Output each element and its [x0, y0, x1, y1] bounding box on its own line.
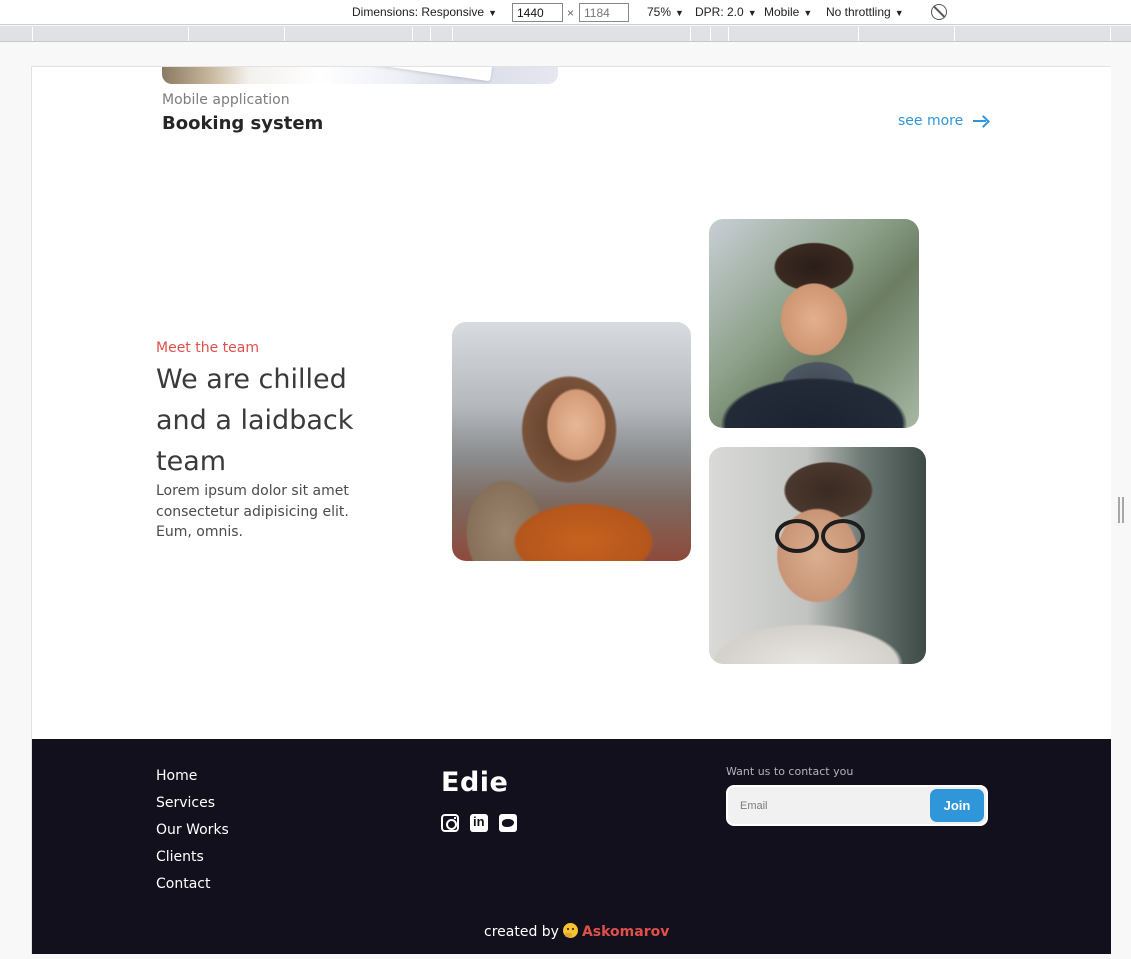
linkedin-icon[interactable] — [470, 814, 488, 832]
see-more-link[interactable]: see more — [898, 113, 989, 129]
team-heading: We are chilled and a laidback team — [156, 364, 354, 477]
footer-link-our-works[interactable]: Our Works — [156, 821, 229, 848]
footer: Home Services Our Works Clients Contact … — [32, 739, 1111, 954]
footer-link-home[interactable]: Home — [156, 767, 229, 794]
chevron-down-icon: ▼ — [803, 8, 813, 18]
credits-author-link[interactable]: Askomarov — [582, 924, 669, 940]
team-photo-woman — [452, 322, 691, 561]
devtools-device-toolbar: Dimensions: Responsive▼ × 75%▼ DPR: 2.0▼… — [0, 0, 1131, 25]
dimensions-dropdown[interactable]: Dimensions: Responsive ▼ — [352, 5, 497, 19]
chevron-down-icon: ▼ — [894, 8, 904, 18]
glasses-shape — [775, 519, 865, 553]
dpr-label: DPR: 2.0 — [695, 5, 744, 19]
social-links — [441, 814, 517, 832]
width-input[interactable] — [512, 3, 563, 22]
height-input[interactable] — [579, 3, 629, 22]
footer-link-contact[interactable]: Contact — [156, 875, 229, 902]
credits-prefix: created by — [484, 924, 559, 940]
contact-form: Join — [726, 785, 988, 826]
project-title: Booking system — [162, 113, 324, 134]
rotate-icon[interactable] — [931, 4, 947, 20]
team-description: Lorem ipsum dolor sit amet consectetur a… — [156, 483, 349, 540]
chevron-down-icon: ▼ — [488, 8, 497, 18]
twitter-icon[interactable] — [499, 814, 517, 832]
project-thumbnail[interactable] — [162, 67, 558, 84]
throttling-label: No throttling — [826, 5, 891, 19]
chevron-down-icon: ▼ — [675, 8, 684, 18]
team-photo-man-glasses — [709, 447, 926, 664]
team-photo-man-scarf — [709, 219, 919, 428]
media-query-bar[interactable] — [0, 26, 1131, 42]
throttling-dropdown[interactable]: No throttling ▼ — [826, 5, 904, 19]
page-viewport: Mobile application Booking system see mo… — [31, 66, 1111, 954]
footer-link-clients[interactable]: Clients — [156, 848, 229, 875]
contact-label: Want us to contact you — [726, 765, 854, 778]
team-eyebrow: Meet the team — [156, 340, 259, 356]
see-more-label: see more — [898, 113, 964, 129]
device-type-dropdown[interactable]: Mobile ▼ — [764, 5, 812, 19]
project-subtitle: Mobile application — [162, 92, 290, 108]
join-button[interactable]: Join — [930, 789, 984, 822]
thinking-face-icon — [562, 923, 578, 938]
zoom-dropdown[interactable]: 75% ▼ — [647, 5, 684, 19]
arrow-right-icon — [973, 115, 989, 127]
times-sign: × — [567, 6, 575, 20]
instagram-icon[interactable] — [441, 814, 459, 832]
dpr-dropdown[interactable]: DPR: 2.0 ▼ — [695, 5, 757, 19]
chevron-down-icon: ▼ — [747, 8, 757, 18]
dimensions-label: Dimensions: Responsive — [352, 5, 485, 19]
viewport-resize-handle[interactable] — [1118, 497, 1124, 523]
footer-brand: Edie — [441, 767, 509, 798]
footer-link-services[interactable]: Services — [156, 794, 229, 821]
credits: created by Askomarov — [484, 923, 669, 940]
email-input[interactable] — [728, 787, 928, 824]
footer-nav: Home Services Our Works Clients Contact — [156, 767, 229, 902]
device-type-label: Mobile — [764, 5, 800, 19]
zoom-label: 75% — [647, 5, 672, 19]
